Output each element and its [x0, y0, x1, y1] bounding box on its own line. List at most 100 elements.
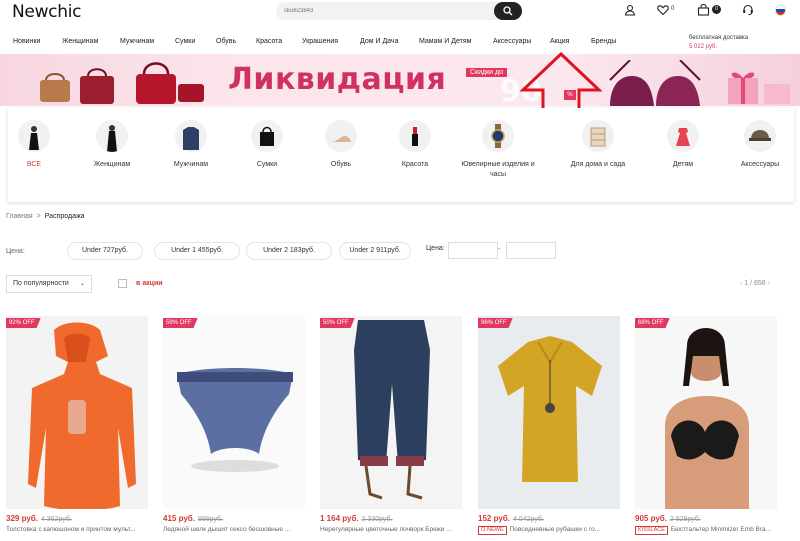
- category-men[interactable]: Мужчинам: [151, 120, 231, 170]
- product-image[interactable]: 92% OFF: [6, 316, 148, 509]
- price-dash: -: [498, 246, 501, 253]
- product-card[interactable]: 96% OFF 152 руб. 4 042руб. O-NEWE Повседне…: [478, 316, 620, 535]
- red-bag-decoration: [136, 62, 204, 104]
- search-button[interactable]: [494, 2, 522, 20]
- nav-brands[interactable]: Бренды: [591, 38, 616, 45]
- cart-count-badge: 0: [712, 5, 721, 14]
- category-bags-thumb: [251, 120, 283, 152]
- category-women[interactable]: Женщинам: [72, 120, 152, 170]
- promo-checkbox[interactable]: [118, 279, 127, 288]
- discount-badge: 50% OFF: [320, 318, 355, 328]
- nav-moms-kids[interactable]: Мамам И Детям: [419, 38, 471, 45]
- nav-home-garden[interactable]: Дом И Дача: [360, 38, 398, 45]
- category-label: Ювелирные изделия и часы: [461, 161, 535, 178]
- nav-beauty[interactable]: Красота: [256, 38, 282, 45]
- category-beauty-thumb: [399, 120, 431, 152]
- banner-title: Ликвидация: [228, 62, 447, 97]
- price-min-input[interactable]: [448, 242, 498, 259]
- breadcrumb: Главная > Распродажа: [6, 213, 85, 220]
- sort-selected: По популярности: [13, 280, 69, 287]
- discount-badge: 59% OFF: [163, 318, 198, 328]
- category-label: Детям: [672, 161, 694, 168]
- category-label: Для дома и сада: [570, 161, 626, 168]
- nav-jewelry[interactable]: Украшения: [302, 38, 338, 45]
- product-name[interactable]: Толстовка с капюшоном и принтом мульт...: [6, 526, 148, 533]
- product-name-text: Повседневные рубашки с го...: [509, 526, 601, 533]
- price-chip-727[interactable]: Under 727руб.: [67, 242, 143, 260]
- price-chip-2183[interactable]: Under 2 183руб.: [246, 242, 332, 260]
- product-image[interactable]: 96% OFF: [478, 316, 620, 509]
- category-strip: ВСЕ Женщинам Мужчинам Сумки Обувь Красот…: [8, 108, 794, 202]
- product-name[interactable]: O-NEWE Повседневные рубашки с го...: [478, 526, 620, 535]
- category-bags[interactable]: Сумки: [227, 120, 307, 170]
- nav-shoes[interactable]: Обувь: [216, 38, 236, 45]
- category-label: ВСЕ: [26, 161, 42, 168]
- price-chip-1455[interactable]: Under 1 455руб.: [154, 242, 240, 260]
- product-image[interactable]: 50% OFF: [320, 316, 462, 509]
- product-card[interactable]: 68% OFF 905 руб. 2 828руб. KISSLACE Бюстга…: [635, 316, 777, 535]
- category-label: Сумки: [256, 161, 278, 168]
- product-image[interactable]: 68% OFF: [635, 316, 777, 509]
- russia-flag-icon[interactable]: [775, 5, 786, 16]
- cart-icon[interactable]: [697, 4, 710, 18]
- nav-men[interactable]: Мужчинам: [120, 38, 154, 45]
- category-accessories-thumb: [744, 120, 776, 152]
- category-shoes[interactable]: Обувь: [301, 120, 381, 170]
- category-home-garden[interactable]: Для дома и сада: [558, 120, 638, 170]
- price-chip-2911[interactable]: Under 2 911руб.: [339, 242, 411, 260]
- free-shipping-label: бесплатная доставка: [689, 35, 749, 41]
- product-image[interactable]: 59% OFF: [163, 316, 305, 509]
- product-price: 1 164 руб. 2 330руб.: [320, 514, 462, 523]
- next-page-icon[interactable]: ›: [768, 280, 770, 287]
- prev-page-icon[interactable]: ‹: [740, 280, 742, 287]
- nav-women[interactable]: Женщинам: [62, 38, 98, 45]
- discount-badge: 96% OFF: [478, 318, 513, 328]
- product-name[interactable]: Ледяной шелк дышит сексо бесшовные ...: [163, 526, 305, 533]
- support-icon[interactable]: [742, 4, 754, 18]
- discount-badge: 68% OFF: [635, 318, 670, 328]
- product-card[interactable]: 50% OFF 1 164 руб. 2 330руб. Нерегулярные…: [320, 316, 462, 533]
- handbag-decoration: [40, 68, 114, 104]
- header: Newchic 0 0: [0, 0, 800, 26]
- nav-promo[interactable]: Акция: [550, 38, 569, 45]
- product-price: 905 руб. 2 828руб.: [635, 514, 777, 523]
- category-label: Красота: [401, 161, 429, 168]
- nav-new[interactable]: Новинки: [13, 38, 40, 45]
- category-jewelry-thumb: [482, 120, 514, 152]
- price-max-input[interactable]: [506, 242, 556, 259]
- category-label: Женщинам: [93, 161, 131, 168]
- category-beauty[interactable]: Красота: [375, 120, 455, 170]
- gift-box-decoration: [728, 72, 790, 104]
- search-input[interactable]: [284, 5, 484, 17]
- category-kids[interactable]: Детям: [643, 120, 723, 170]
- nav-bags[interactable]: Сумки: [175, 38, 195, 45]
- price-label: Цена:: [6, 248, 25, 255]
- product-name[interactable]: KISSLACE Бюстгальтер Minimizer Emb Bra...: [635, 526, 777, 535]
- category-all-thumb: [18, 120, 50, 152]
- clearance-banner[interactable]: Ликвидация Скидки до 90 %: [0, 54, 800, 106]
- current-price: 415 руб.: [163, 514, 195, 523]
- breadcrumb-home[interactable]: Главная: [6, 213, 33, 220]
- category-jewelry[interactable]: Ювелирные изделия и часы: [458, 120, 538, 180]
- sort-select[interactable]: По популярности ⌄: [6, 275, 92, 293]
- nav-accessories[interactable]: Аксессуары: [493, 38, 531, 45]
- product-name[interactable]: Нерегулярные цветочные почворк Брюки ...: [320, 526, 462, 533]
- old-price: 999руб.: [197, 516, 223, 523]
- product-card[interactable]: 92% OFF 329 руб. 4 362руб. Толстовка с ка…: [6, 316, 148, 533]
- brand-tag: KISSLACE: [635, 526, 668, 535]
- current-price: 152 руб.: [478, 514, 510, 523]
- search-bar: [276, 2, 522, 20]
- category-accessories[interactable]: Аксессуары: [720, 120, 800, 170]
- price-custom-label: Цена:: [426, 245, 445, 252]
- product-card[interactable]: 59% OFF 415 руб. 999руб. Ледяной шелк дыш…: [163, 316, 305, 533]
- promo-label[interactable]: в акции: [136, 280, 163, 287]
- breadcrumb-separator: >: [36, 213, 41, 220]
- wishlist-icon[interactable]: [657, 4, 669, 18]
- logo[interactable]: Newchic: [12, 2, 81, 22]
- account-icon[interactable]: [624, 4, 636, 18]
- category-all[interactable]: ВСЕ: [0, 120, 74, 170]
- category-home-thumb: [582, 120, 614, 152]
- breadcrumb-current: Распродажа: [44, 213, 85, 220]
- category-label: Мужчинам: [173, 161, 209, 168]
- old-price: 2 330руб.: [361, 516, 393, 523]
